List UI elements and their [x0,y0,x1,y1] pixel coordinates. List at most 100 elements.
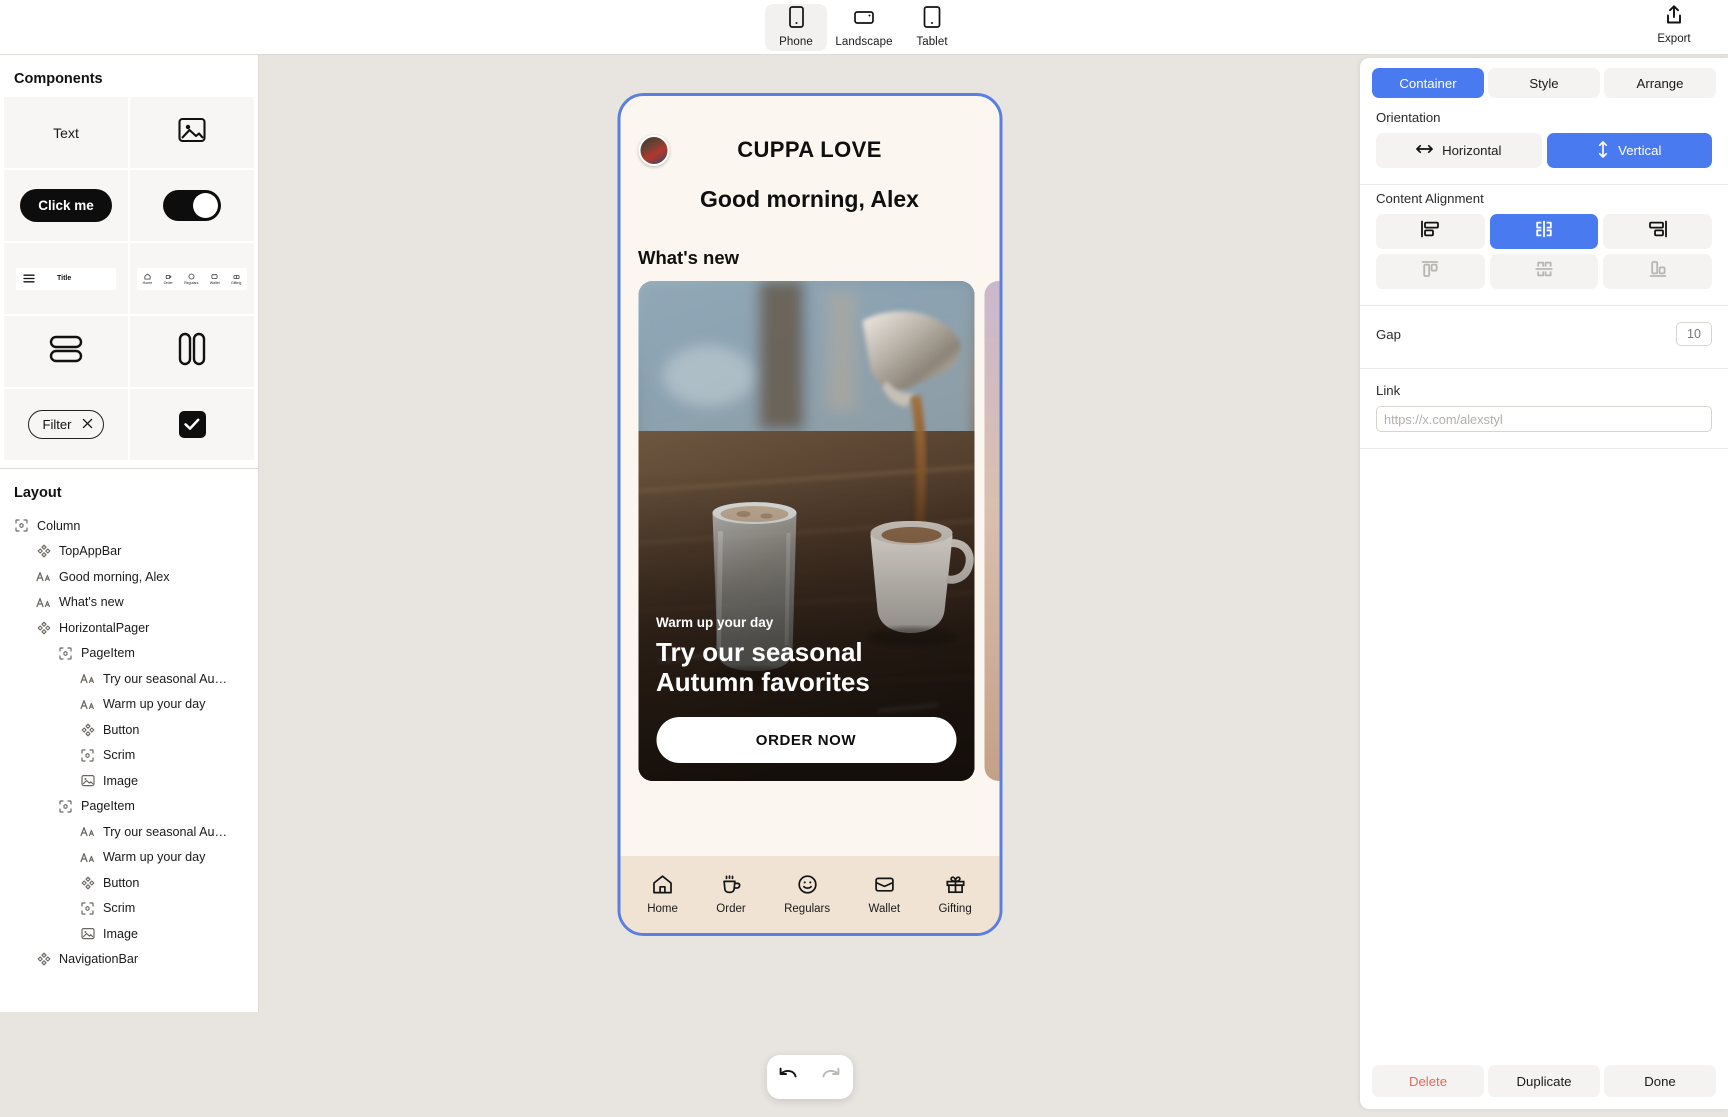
card-kicker: Warm up your day [656,615,774,631]
tree-row[interactable]: Button [0,870,258,896]
export-label: Export [1657,33,1691,45]
orientation-vertical-button[interactable]: Vertical [1546,133,1712,168]
tree-row[interactable]: Try our seasonal Au… [0,819,258,845]
delete-button[interactable]: Delete [1372,1065,1484,1097]
tree-row[interactable]: Scrim [0,743,258,769]
tree-row[interactable]: Column [0,513,258,539]
component-tile-button[interactable]: Click me [4,170,128,241]
tree-row[interactable]: Image [0,921,258,947]
align-top-button[interactable] [1376,254,1485,289]
share-upload-icon [1664,4,1684,31]
align-center-horizontal-button[interactable] [1489,214,1599,249]
tablet-icon [923,6,941,33]
text-icon [80,824,95,839]
export-button[interactable]: Export [1642,4,1706,45]
nav-label-wallet: Wallet [868,903,901,915]
text-icon [36,595,51,610]
components-grid: Text Click me Title Home Order Regulars … [0,97,258,460]
tree-row[interactable]: Good morning, Alex [0,564,258,590]
done-button[interactable]: Done [1604,1065,1716,1097]
component-icon [80,875,95,890]
order-now-button[interactable]: ORDER NOW [656,717,956,763]
undo-button[interactable] [777,1065,799,1090]
tree-row-label: Good morning, Alex [59,569,170,584]
align-center-vertical-button[interactable] [1489,254,1599,289]
preview-top-app-bar[interactable]: CUPPA LOVE [620,96,999,176]
preview-navigation-bar[interactable]: Home Order Regulars Wallet Gifting [620,856,999,933]
tree-row[interactable]: Image [0,768,258,794]
tree-row[interactable]: TopAppBar [0,539,258,565]
canvas-area[interactable]: CUPPA LOVE Good morning, Alex What's new [259,55,1360,1117]
tree-row[interactable]: What's new [0,590,258,616]
nav-label-regulars: Regulars [784,903,831,915]
tree-row[interactable]: Try our seasonal Au… [0,666,258,692]
tree-row[interactable]: NavigationBar [0,947,258,973]
card-headline-line-2: Autumn favorites [656,666,870,697]
preview-page-item-next[interactable] [984,281,999,781]
redo-button[interactable] [820,1065,842,1090]
component-tile-switch[interactable] [130,170,254,241]
tree-row[interactable]: Button [0,717,258,743]
align-center-vertical-icon [1533,259,1555,284]
tree-row[interactable]: Scrim [0,896,258,922]
nav-item-gifting[interactable]: Gifting [938,874,972,915]
top-toolbar: Phone Landscape Tablet Export [0,0,1728,55]
preview-horizontal-pager[interactable]: Warm up your day Try our seasonal Autumn… [620,281,999,856]
orientation-options: Horizontal Vertical [1376,133,1712,168]
orientation-vertical-label: Vertical [1618,143,1662,158]
left-sidebar: Components Text Click me Title Home Orde… [0,55,259,1012]
tab-arrange[interactable]: Arrange [1604,68,1716,98]
align-bottom-icon [1647,259,1669,284]
navbar-preview-item: Gifting [231,273,241,285]
device-selector: Phone Landscape Tablet [765,3,963,51]
nav-label-order: Order [716,903,746,915]
tree-row-label: PageItem [81,799,135,814]
component-tile-column[interactable] [4,316,128,387]
inspector-footer: Delete Duplicate Done [1360,1055,1728,1109]
tree-row-label: Scrim [103,901,136,916]
component-tile-image[interactable] [130,97,254,168]
preview-page-item[interactable]: Warm up your day Try our seasonal Autumn… [638,281,974,781]
tree-row[interactable]: PageItem [0,641,258,667]
align-start-button[interactable] [1376,214,1485,249]
device-button-phone[interactable]: Phone [765,3,827,51]
component-tile-topappbar[interactable]: Title [4,243,128,314]
nav-item-wallet[interactable]: Wallet [868,874,901,915]
nav-item-regulars[interactable]: Regulars [784,874,830,915]
align-end-button[interactable] [1603,214,1712,249]
nav-item-order[interactable]: Order [716,874,746,915]
tree-row[interactable]: HorizontalPager [0,615,258,641]
duplicate-button[interactable]: Duplicate [1488,1065,1600,1097]
component-tile-text[interactable]: Text [4,97,128,168]
gap-input[interactable] [1676,322,1712,346]
navbar-preview-label: Gifting [230,280,242,285]
history-toolbar [766,1055,853,1099]
nav-item-home[interactable]: Home [647,874,678,915]
alignment-options [1376,214,1712,289]
tree-row-label: Warm up your day [103,697,206,712]
avatar[interactable] [638,134,669,166]
tree-row[interactable]: Warm up your day [0,692,258,718]
component-icon [36,952,51,967]
device-button-landscape[interactable]: Landscape [833,4,895,51]
orientation-label: Orientation [1376,110,1441,125]
phone-landscape-icon [853,6,875,33]
device-button-tablet[interactable]: Tablet [901,4,963,51]
component-tile-chip[interactable]: Filter [4,389,128,460]
component-label-button: Click me [20,189,112,222]
align-bottom-button[interactable] [1603,254,1712,289]
align-end-icon [1647,219,1669,244]
tree-row[interactable]: PageItem [0,794,258,820]
checkbox-icon [178,411,206,438]
component-tile-checkbox[interactable] [130,389,254,460]
tab-container[interactable]: Container [1372,68,1484,98]
tab-style[interactable]: Style [1488,68,1600,98]
link-input[interactable] [1376,406,1712,432]
component-tile-navigationbar[interactable]: Home Order Regulars Wallet Gifting [130,243,254,314]
component-tile-row[interactable] [130,316,254,387]
device-label-tablet: Tablet [916,36,948,48]
phone-preview-frame[interactable]: CUPPA LOVE Good morning, Alex What's new [617,93,1002,936]
inspector-tabs: Container Style Arrange [1360,58,1728,104]
orientation-horizontal-button[interactable]: Horizontal [1376,133,1542,168]
tree-row[interactable]: Warm up your day [0,845,258,871]
